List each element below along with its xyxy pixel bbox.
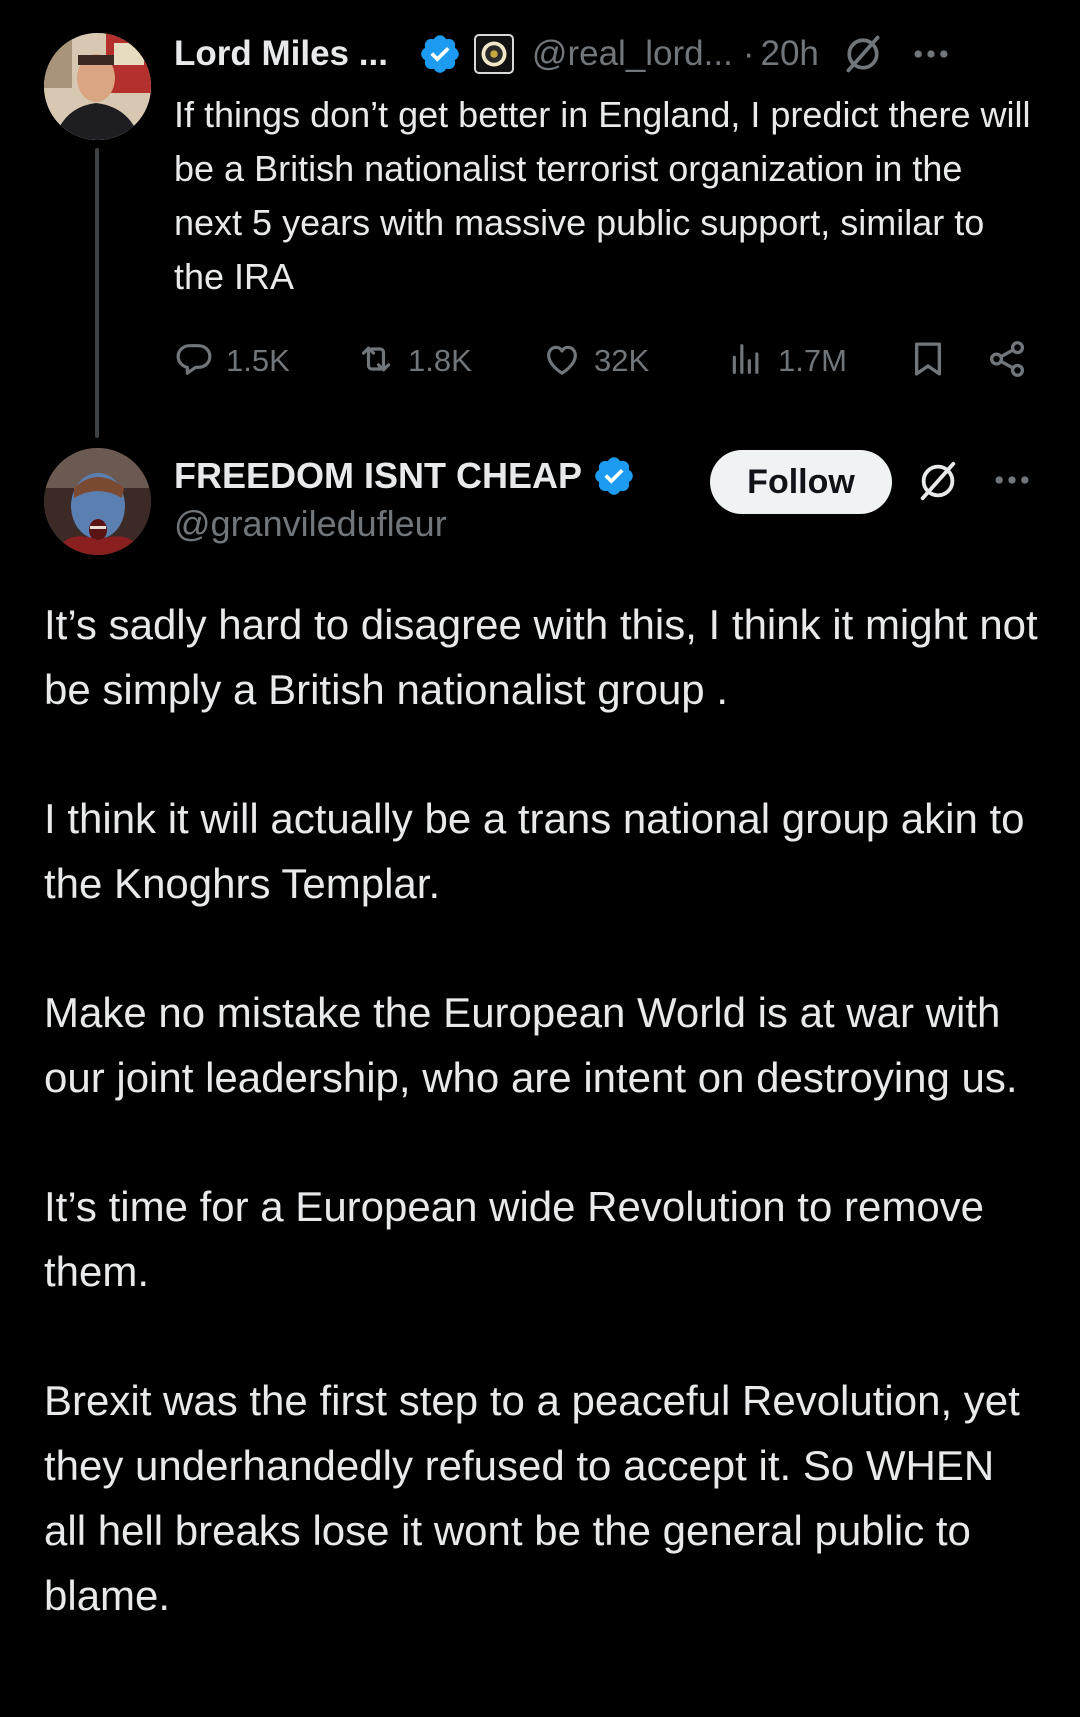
like-count: 32K — [594, 343, 650, 378]
tweet-actions: 1.5K 1.8K 32K 1.7M — [174, 336, 1044, 386]
thread-view: Lord Miles ... @real_lord... · 20h If th… — [0, 0, 1080, 1717]
views-count: 1.7M — [778, 343, 847, 378]
views-button[interactable]: 1.7M — [726, 336, 847, 386]
author-name[interactable]: FREEDOM ISNT CHEAP — [174, 455, 582, 497]
repost-icon — [356, 339, 396, 384]
author-name[interactable]: Lord Miles ... — [174, 34, 388, 74]
more-icon[interactable] — [990, 458, 1034, 502]
reply-icon — [174, 339, 214, 384]
more-icon[interactable] — [909, 32, 953, 76]
bookmark-icon — [907, 338, 949, 385]
separator-dot: · — [742, 34, 755, 73]
tweet-header: Lord Miles ... @real_lord... · 20h — [174, 30, 1054, 78]
paragraph: Make no mistake the European World is at… — [44, 989, 1018, 1101]
verified-icon — [592, 454, 636, 498]
paragraph: It’s sadly hard to disagree with this, I… — [44, 601, 1038, 713]
bookmark-button[interactable] — [907, 336, 949, 386]
like-button[interactable]: 32K — [542, 336, 649, 386]
reply-header: FREEDOM ISNT CHEAP — [174, 450, 636, 502]
repost-count: 1.8K — [408, 343, 472, 378]
like-icon — [542, 339, 582, 384]
affiliate-badge-icon[interactable] — [473, 34, 514, 74]
paragraph: I think it will actually be a trans nati… — [44, 795, 1025, 907]
share-icon — [986, 338, 1028, 385]
author-handle[interactable]: @granviledufleur — [174, 503, 447, 545]
timestamp[interactable]: 20h — [760, 34, 818, 74]
reply-button[interactable]: 1.5K — [174, 336, 290, 386]
author-handle[interactable]: @real_lord... — [532, 34, 733, 74]
grok-icon[interactable] — [841, 32, 885, 76]
tweet-text: If things don’t get better in England, I… — [174, 94, 1031, 297]
avatar[interactable] — [44, 33, 151, 140]
verified-icon — [418, 32, 462, 76]
reply-count: 1.5K — [226, 343, 290, 378]
grok-icon[interactable] — [915, 458, 961, 504]
reply-text: It’s sadly hard to disagree with this, I… — [44, 592, 1044, 1628]
parent-tweet[interactable]: Lord Miles ... @real_lord... · 20h If th… — [0, 0, 1080, 440]
views-icon — [726, 339, 766, 384]
repost-button[interactable]: 1.8K — [356, 336, 472, 386]
paragraph: Brexit was the first step to a peaceful … — [44, 1377, 1020, 1619]
thread-connector-line — [95, 148, 99, 438]
paragraph: It’s time for a European wide Revolution… — [44, 1183, 985, 1295]
avatar[interactable] — [44, 448, 151, 555]
share-button[interactable] — [986, 336, 1028, 386]
follow-button[interactable]: Follow — [710, 450, 892, 514]
